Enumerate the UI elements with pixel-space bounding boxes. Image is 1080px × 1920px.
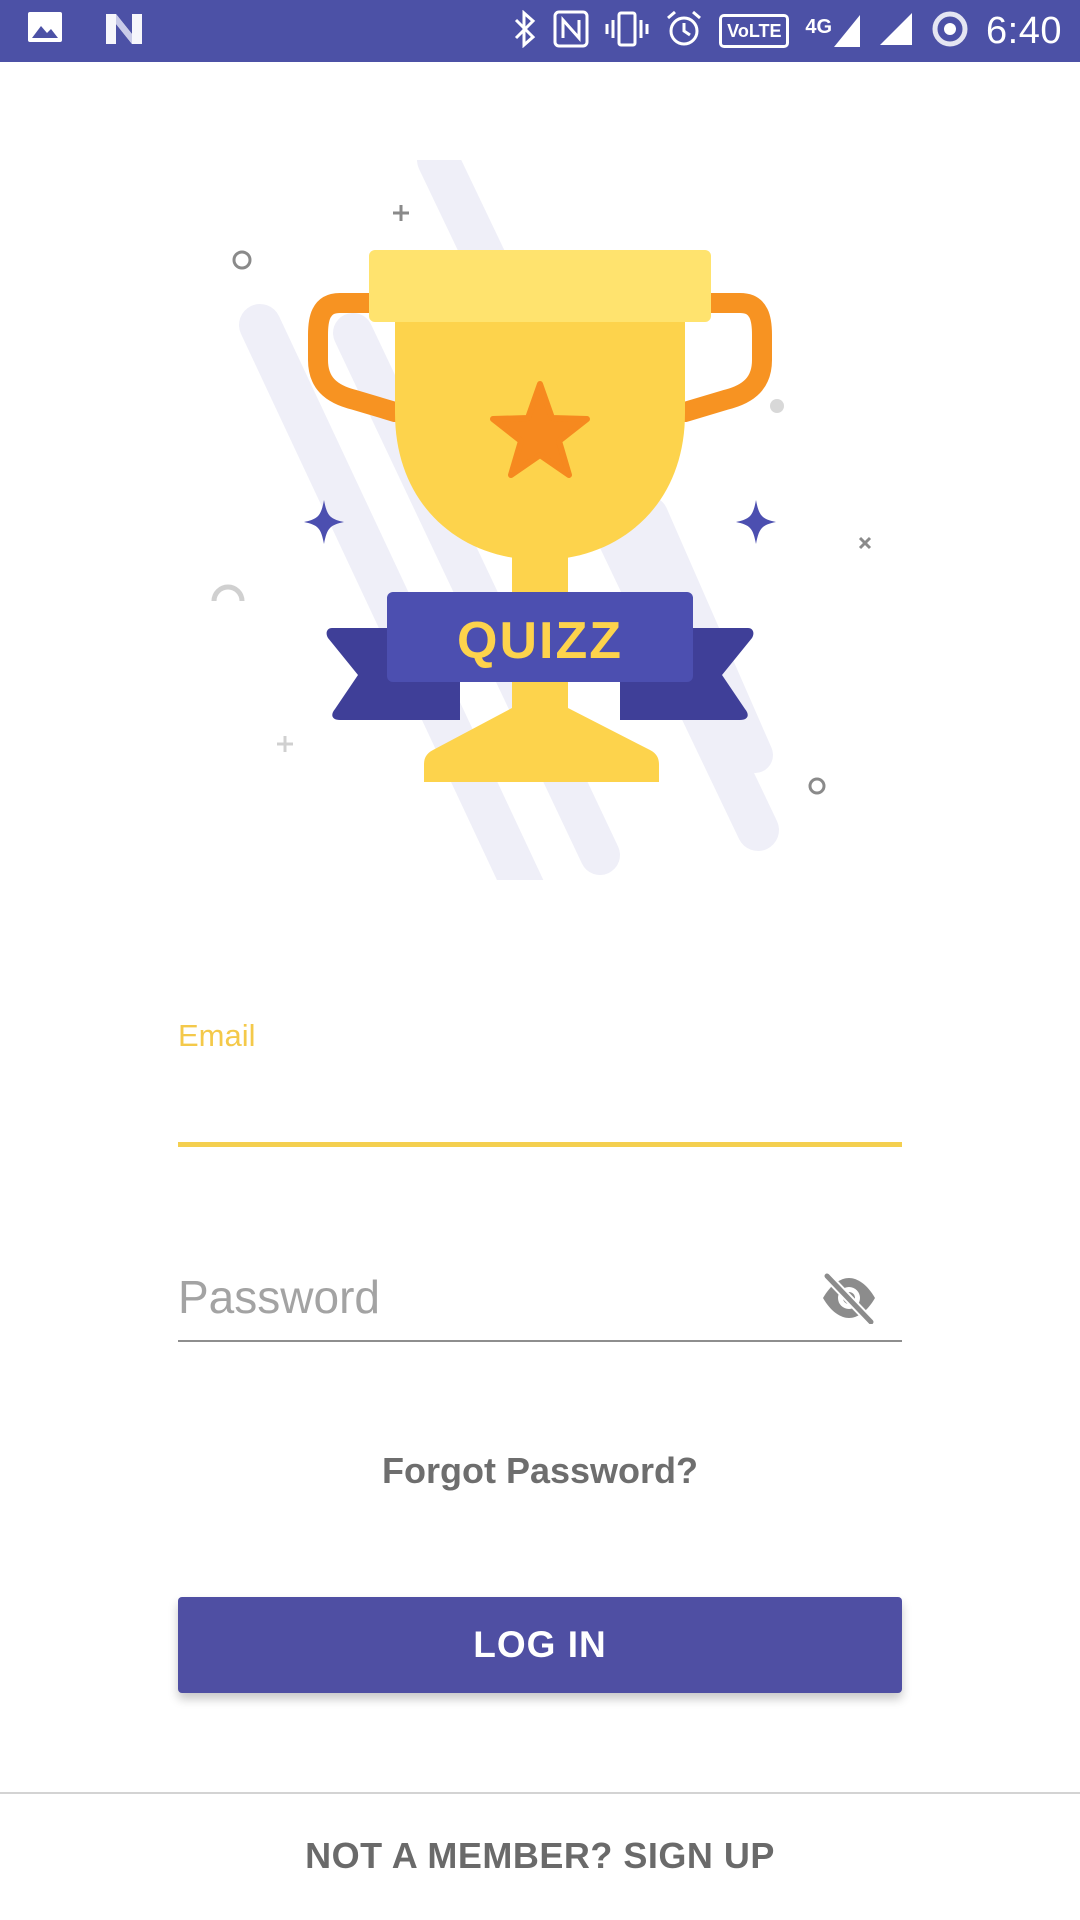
trophy-svg: QUIZZ [211, 160, 872, 880]
image-icon [28, 12, 66, 50]
sparkle-x-right [858, 536, 872, 550]
password-field[interactable] [178, 1262, 798, 1332]
n-logo-icon [104, 12, 142, 50]
password-visibility-toggle[interactable] [818, 1270, 880, 1326]
volte-icon: VoLTE [719, 14, 790, 48]
password-underline [178, 1340, 902, 1342]
network-type-label: 4G [805, 16, 833, 38]
sparkle-dot-right [770, 399, 784, 413]
bluetooth-icon [513, 9, 537, 53]
bottom-divider [0, 1792, 1080, 1794]
status-bar-right: VoLTE 4G 6:40 [513, 8, 1062, 54]
email-underline-focused [178, 1142, 902, 1147]
email-field[interactable] [178, 1060, 902, 1144]
trophy-rim [369, 250, 711, 322]
eye-off-icon [822, 1272, 876, 1324]
sparkle-star-right [736, 500, 776, 544]
sparkle-plus-top [393, 205, 409, 221]
sparkle-circle-bottom-right [808, 777, 826, 795]
clock-time: 6:40 [986, 9, 1062, 52]
vibrate-icon [605, 10, 649, 53]
alarm-icon [665, 10, 703, 53]
sparkle-circle-top-left [232, 250, 252, 270]
login-screen: VoLTE 4G 6:40 QUIZZ Email Forgot Passwor… [0, 0, 1080, 1920]
status-bar: VoLTE 4G 6:40 [0, 0, 1080, 62]
nfc-icon [553, 10, 589, 53]
forgot-password-link[interactable]: Forgot Password? [0, 1450, 1080, 1492]
sparkle-arc-left [211, 584, 245, 602]
signal-icon [878, 10, 914, 53]
trophy-illustration: QUIZZ [180, 160, 900, 880]
status-bar-left [28, 12, 142, 50]
banner-text: QUIZZ [457, 612, 623, 670]
email-label: Email [178, 1018, 256, 1053]
signup-link[interactable]: NOT A MEMBER? SIGN UP [0, 1835, 1080, 1877]
sparkle-plus-bottom [277, 736, 293, 752]
signal-4g-icon: 4G [805, 13, 862, 49]
login-button[interactable]: LOG IN [178, 1597, 902, 1693]
data-saver-icon [930, 9, 970, 54]
